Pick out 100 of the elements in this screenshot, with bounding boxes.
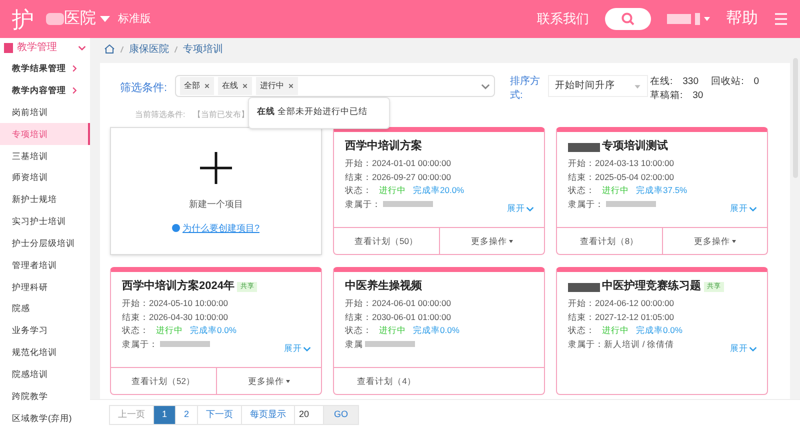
start-time: 开始：2024-05-10 10:00:00 — [122, 297, 229, 310]
menu-icon[interactable] — [774, 13, 788, 25]
sidebar-item[interactable]: 管理者培训 — [0, 254, 90, 276]
status-text: 进行中 — [602, 184, 629, 197]
edition-label: 标准版 — [118, 12, 151, 27]
completion-rate: 完成率0.0% — [190, 324, 236, 337]
filter-select[interactable]: 全部 在线 进行中 — [175, 75, 495, 97]
status-text: 进行中 — [379, 324, 406, 337]
owner-text: 隶属 — [345, 338, 363, 350]
per-page-label[interactable]: 每页显示 — [241, 404, 296, 424]
sidebar-section[interactable]: 教学管理 — [0, 38, 90, 58]
start-time: 开始：2024-03-13 10:00:00 — [568, 157, 675, 170]
owner-text: 隶属于： — [122, 338, 158, 350]
page-button[interactable]: 1 — [153, 404, 176, 424]
start-time: 开始：2024-06-12 00:00:00 — [568, 297, 675, 310]
sidebar-item[interactable]: 三基培训 — [0, 144, 90, 167]
owner-text: 隶属于：新人培训 / 徐倩倩 — [568, 338, 674, 350]
owner-text: 隶属于： — [568, 198, 604, 210]
page-size-field[interactable]: 20 — [294, 404, 324, 424]
sidebar-item[interactable]: 业务学习 — [0, 320, 90, 342]
start-time: 开始：2024-01-01 00:00:00 — [345, 157, 452, 170]
remove-icon[interactable] — [288, 83, 294, 89]
info-icon — [172, 224, 180, 232]
filter-tag[interactable]: 进行中 — [256, 77, 298, 95]
status-text: 进行中 — [156, 324, 183, 337]
end-time: 结束：2026-04-30 10:00:00 — [122, 310, 229, 324]
page-button[interactable]: 2 — [175, 404, 198, 424]
sidebar-item[interactable]: 规范化培训 — [0, 342, 90, 364]
card-title: 中医养生操视频 — [345, 280, 422, 294]
sidebar-item[interactable]: 岗前培训 — [0, 101, 90, 124]
stats-text: 在线: 330 回收站: 0 草稿箱: 30 — [650, 75, 760, 103]
sidebar-item[interactable]: 跨院教学 — [0, 385, 90, 408]
logo-text: 护 — [12, 6, 34, 34]
sidebar-item[interactable]: 护理科研 — [0, 276, 90, 298]
breadcrumb-separator — [173, 44, 179, 54]
breadcrumb-current[interactable]: 专项培训 — [183, 42, 223, 56]
sidebar-item[interactable]: 实习护士培训 — [0, 210, 90, 232]
search-icon — [621, 12, 635, 26]
owner-text: 隶属于： — [345, 198, 381, 210]
view-plan-button[interactable]: 查看计划（52） — [111, 368, 216, 394]
chevron-icon — [78, 44, 86, 52]
remove-icon[interactable] — [204, 83, 210, 89]
sidebar-item[interactable]: 新护士规培 — [0, 188, 90, 210]
plus-icon[interactable] — [198, 150, 234, 186]
completion-rate: 完成率37.5% — [636, 184, 688, 197]
filter-hint: 当前筛选条件: 【当前已发布】 — [135, 109, 250, 121]
status-label: 状态： — [345, 324, 372, 337]
search-button[interactable] — [605, 8, 651, 30]
filter-tag[interactable]: 在线 — [218, 77, 252, 95]
caret-icon[interactable] — [100, 16, 110, 22]
sort-select[interactable]: 开始时间升序 — [548, 75, 648, 97]
status-label: 状态： — [122, 324, 149, 337]
card-title: 专项培训测试 — [602, 140, 668, 154]
card-title: 西学中培训方案2024年 — [122, 280, 234, 294]
status-label: 状态： — [568, 184, 595, 197]
home-icon[interactable] — [104, 44, 115, 54]
more-actions-button[interactable]: 更多操作 — [438, 228, 544, 254]
sidebar-item[interactable]: 护士分层级培训 — [0, 232, 90, 254]
filter-label: 筛选条件: — [119, 81, 168, 96]
end-time: 结束：2030-06-01 01:00:00 — [345, 310, 452, 324]
remove-icon[interactable] — [242, 83, 248, 89]
card-title: 中医护理竞赛练习题 — [602, 280, 701, 294]
filter-tag[interactable]: 全部 — [180, 77, 214, 95]
hospital-name: 医院 — [64, 8, 96, 29]
card-title: 西学中培训方案 — [345, 140, 422, 154]
caret-icon — [704, 17, 710, 21]
chevron-icon — [526, 204, 534, 213]
more-actions-button[interactable]: 更多操作 — [216, 368, 321, 394]
end-time: 结束：2027-12-12 01:05:00 — [568, 310, 675, 324]
redacted-block — [46, 13, 64, 25]
breadcrumb-link[interactable]: 康保医院 — [129, 42, 169, 56]
end-time: 结束：2026-09-27 00:00:00 — [345, 170, 452, 184]
new-project-card[interactable]: 新建一个项目 为什么要创建项目? — [110, 127, 322, 255]
new-project-label: 新建一个项目 — [189, 198, 243, 211]
sidebar-item[interactable]: 区域教学(弃用) — [0, 407, 90, 429]
completion-rate: 完成率20.0% — [413, 184, 464, 197]
help-link[interactable]: 为什么要创建项目? — [172, 222, 260, 235]
sidebar-item[interactable]: 师资培训 — [0, 166, 90, 189]
status-text: 进行中 — [602, 324, 629, 337]
go-button[interactable]: GO — [323, 404, 360, 424]
tag-label: 进行中 — [260, 80, 284, 92]
next-page-button[interactable]: 下一页 — [197, 404, 242, 424]
select-value: 开始时间升序 — [555, 78, 616, 93]
tag-label: 在线 — [222, 80, 238, 92]
sidebar-item[interactable]: 院感 — [0, 298, 90, 320]
chevron-icon — [481, 82, 490, 90]
chevron-icon — [749, 204, 757, 213]
status-label: 状态： — [568, 324, 595, 337]
sidebar-item[interactable]: 教学结果管理 — [0, 58, 90, 80]
tag-label: 全部 — [184, 80, 200, 92]
view-plan-button[interactable]: 查看计划（4） — [334, 368, 439, 394]
redacted-block — [695, 13, 700, 25]
view-plan-button[interactable]: 查看计划（50） — [334, 228, 438, 254]
sidebar-item[interactable]: 院感培训 — [0, 363, 90, 386]
sidebar-item[interactable]: 教学内容管理 — [0, 79, 90, 102]
view-plan-button[interactable]: 查看计划（8） — [557, 228, 662, 254]
more-actions-button[interactable]: 更多操作 — [662, 228, 767, 254]
filter-popup: 在线 全部未开始进行中已结 — [248, 97, 390, 129]
section-label: 教学管理 — [17, 41, 58, 56]
breadcrumb-separator — [119, 44, 125, 54]
